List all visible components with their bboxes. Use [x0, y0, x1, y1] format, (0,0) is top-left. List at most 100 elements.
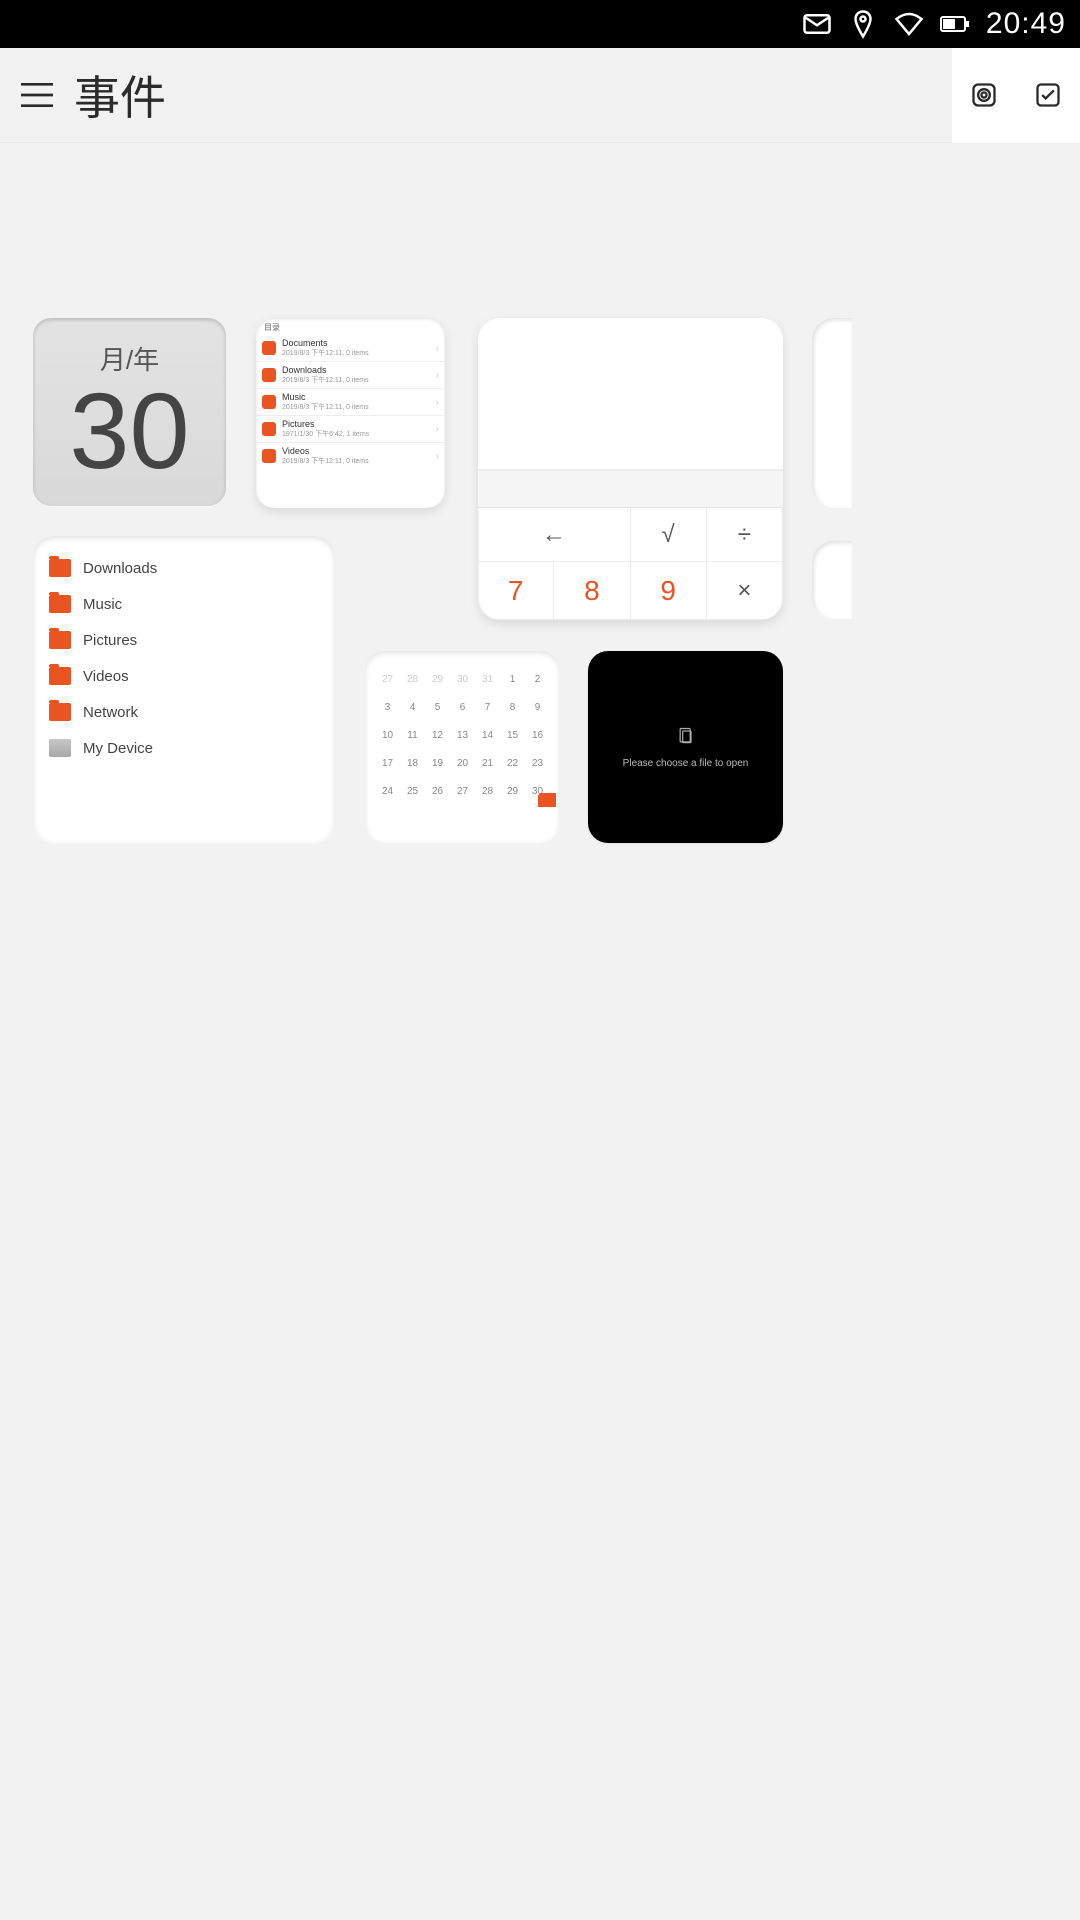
files-lg-row[interactable]: Network	[43, 694, 325, 730]
calendar-cell[interactable]: 25	[400, 777, 425, 805]
file-meta: 2019/8/3 下午12:11, 0 items	[282, 402, 436, 412]
file-name: Pictures	[282, 419, 436, 429]
select-button[interactable]	[1016, 48, 1080, 143]
files-sm-row[interactable]: Videos2019/8/3 下午12:11, 0 items›	[256, 442, 445, 469]
camera-button[interactable]	[952, 48, 1016, 143]
battery-icon	[940, 9, 970, 39]
folder-icon	[49, 631, 71, 649]
calendar-cell[interactable]: 27	[375, 665, 400, 693]
calendar-cell[interactable]: 26	[425, 777, 450, 805]
calendar-cell[interactable]: 1	[500, 665, 525, 693]
calendar-cell[interactable]: 29	[500, 777, 525, 805]
files-sm-row[interactable]: Documents2019/8/3 下午12:11, 0 items›	[256, 335, 445, 361]
file-browser-thumb[interactable]: Downloads Music Pictures Videos Network My De…	[33, 536, 335, 843]
calendar-day-number: 30	[69, 377, 189, 485]
calendar-cell[interactable]: 11	[400, 721, 425, 749]
month-calendar-thumb[interactable]: 2728293031123456789101112131415161718192…	[365, 651, 560, 843]
location-icon	[848, 9, 878, 39]
files-sm-row[interactable]: Downloads2019/8/3 下午12:11, 0 items›	[256, 361, 445, 388]
calendar-cell[interactable]: 2	[525, 665, 550, 693]
menu-button[interactable]	[0, 48, 74, 143]
calc-display	[478, 318, 783, 470]
file-meta: 1971/1/30 下午6:42, 1 items	[282, 429, 436, 439]
file-name: Videos	[282, 446, 436, 456]
file-name: Videos	[83, 668, 129, 685]
calendar-cell[interactable]: 29	[425, 665, 450, 693]
document-viewer-thumb[interactable]: Please choose a file to open	[588, 651, 783, 843]
folder-icon	[262, 368, 276, 382]
calendar-cell[interactable]: 28	[400, 665, 425, 693]
calendar-cell[interactable]: 8	[500, 693, 525, 721]
file-name: Network	[83, 704, 138, 721]
calendar-cell[interactable]: 31	[475, 665, 500, 693]
folder-icon	[262, 422, 276, 436]
calc-divide-key[interactable]: ÷	[707, 508, 783, 562]
folder-icon	[49, 703, 71, 721]
file-name: Downloads	[282, 365, 436, 375]
partial-card-1[interactable]	[812, 318, 852, 508]
calendar-cell[interactable]: 17	[375, 749, 400, 777]
files-lg-row[interactable]: Music	[43, 586, 325, 622]
calendar-cell[interactable]: 13	[450, 721, 475, 749]
calendar-cell[interactable]: 30	[450, 665, 475, 693]
calendar-cell[interactable]: 3	[375, 693, 400, 721]
file-name: Pictures	[83, 632, 137, 649]
calendar-cell[interactable]: 9	[525, 693, 550, 721]
files-lg-row[interactable]: Pictures	[43, 622, 325, 658]
calendar-cell[interactable]: 30	[525, 777, 550, 805]
files-lg-row[interactable]: Videos	[43, 658, 325, 694]
chevron-right-icon: ›	[436, 451, 439, 462]
chevron-right-icon: ›	[436, 370, 439, 381]
calendar-cell[interactable]: 24	[375, 777, 400, 805]
calc-backspace-key[interactable]: ←	[478, 508, 631, 562]
calculator-thumb[interactable]: ← √ ÷ 7 8 9 ×	[478, 318, 783, 620]
file-name: My Device	[83, 740, 153, 757]
file-manager-thumb[interactable]: 目录 Documents2019/8/3 下午12:11, 0 items›Do…	[256, 318, 445, 508]
calc-multiply-key[interactable]: ×	[707, 562, 783, 620]
calendar-cell[interactable]: 21	[475, 749, 500, 777]
calendar-cell[interactable]: 18	[400, 749, 425, 777]
calendar-cell[interactable]: 4	[400, 693, 425, 721]
calendar-cell[interactable]: 28	[475, 777, 500, 805]
partial-card-2[interactable]	[812, 541, 852, 619]
document-icon	[676, 726, 696, 746]
mail-icon	[802, 9, 832, 39]
calc-9-key[interactable]: 9	[631, 562, 707, 620]
calendar-cell[interactable]: 19	[425, 749, 450, 777]
files-lg-row[interactable]: My Device	[43, 730, 325, 766]
calendar-cell[interactable]: 27	[450, 777, 475, 805]
calendar-cell[interactable]: 6	[450, 693, 475, 721]
folder-icon	[262, 449, 276, 463]
folder-icon	[262, 341, 276, 355]
calendar-cell[interactable]: 23	[525, 749, 550, 777]
file-meta: 2019/8/3 下午12:11, 0 items	[282, 375, 436, 385]
dark-card-message: Please choose a file to open	[623, 758, 749, 769]
header-actions	[952, 48, 1080, 143]
month-grid: 2728293031123456789101112131415161718192…	[375, 665, 550, 805]
app-header: 事件	[0, 48, 1080, 143]
calendar-cell[interactable]: 15	[500, 721, 525, 749]
calendar-day-card[interactable]: 月/年 30	[33, 318, 226, 506]
calendar-cell[interactable]: 20	[450, 749, 475, 777]
file-name: Downloads	[83, 560, 157, 577]
calc-7-key[interactable]: 7	[478, 562, 554, 620]
folder-icon	[49, 667, 71, 685]
calendar-cell[interactable]: 10	[375, 721, 400, 749]
calc-sqrt-key[interactable]: √	[631, 508, 707, 562]
file-name: Music	[282, 392, 436, 402]
file-name: Music	[83, 596, 122, 613]
calendar-cell[interactable]: 22	[500, 749, 525, 777]
calc-input-row	[478, 470, 783, 508]
calc-8-key[interactable]: 8	[554, 562, 630, 620]
page-title: 事件	[74, 62, 166, 128]
files-lg-row[interactable]: Downloads	[43, 550, 325, 586]
calendar-cell[interactable]: 16	[525, 721, 550, 749]
files-sm-row[interactable]: Pictures1971/1/30 下午6:42, 1 items›	[256, 415, 445, 442]
calendar-cell[interactable]: 5	[425, 693, 450, 721]
chevron-right-icon: ›	[436, 397, 439, 408]
chevron-right-icon: ›	[436, 343, 439, 354]
files-sm-row[interactable]: Music2019/8/3 下午12:11, 0 items›	[256, 388, 445, 415]
calendar-cell[interactable]: 12	[425, 721, 450, 749]
calendar-cell[interactable]: 14	[475, 721, 500, 749]
calendar-cell[interactable]: 7	[475, 693, 500, 721]
